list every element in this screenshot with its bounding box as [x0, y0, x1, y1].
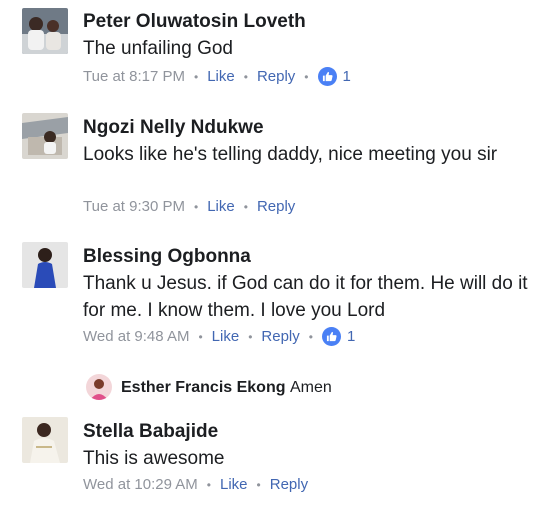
- reply-text: Amen: [289, 379, 332, 396]
- separator-dot: •: [243, 69, 248, 84]
- separator-dot: •: [194, 69, 199, 84]
- thumbs-up-icon[interactable]: [321, 327, 341, 346]
- commenter-name[interactable]: Blessing Ogbonna: [83, 246, 251, 268]
- like-link[interactable]: Like: [212, 328, 240, 345]
- separator-dot: •: [206, 477, 211, 492]
- comment-meta: Tue at 8:17 PM • Like • Reply • 1: [83, 67, 351, 86]
- avatar[interactable]: [22, 242, 68, 288]
- avatar[interactable]: [86, 374, 112, 400]
- like-count[interactable]: 1: [347, 328, 355, 345]
- avatar[interactable]: [22, 113, 68, 159]
- separator-dot: •: [256, 477, 261, 492]
- separator-dot: •: [243, 199, 248, 214]
- separator-dot: •: [308, 329, 313, 344]
- comment-timestamp[interactable]: Wed at 10:29 AM: [83, 476, 198, 493]
- thumbs-up-icon[interactable]: [317, 67, 337, 86]
- commenter-name[interactable]: Ngozi Nelly Ndukwe: [83, 117, 264, 139]
- comment-meta: Tue at 9:30 PM • Like • Reply: [83, 198, 295, 215]
- comment-text: The unfailing God: [83, 38, 233, 59]
- commenter-name[interactable]: Peter Oluwatosin Loveth: [83, 11, 306, 33]
- reply-link[interactable]: Reply: [261, 328, 299, 345]
- comment-timestamp[interactable]: Wed at 9:48 AM: [83, 328, 189, 345]
- comment-meta: Wed at 9:48 AM • Like • Reply • 1: [83, 327, 355, 346]
- reply-link[interactable]: Reply: [257, 198, 295, 215]
- comment-text: Looks like he's telling daddy, nice meet…: [83, 144, 498, 165]
- commenter-name[interactable]: Stella Babajide: [83, 421, 218, 443]
- reply-link[interactable]: Reply: [270, 476, 308, 493]
- comment-text: This is awesome: [83, 448, 225, 469]
- comment-timestamp[interactable]: Tue at 9:30 PM: [83, 198, 185, 215]
- separator-dot: •: [304, 69, 309, 84]
- like-count[interactable]: 1: [343, 68, 351, 85]
- comment-timestamp[interactable]: Tue at 8:17 PM: [83, 68, 185, 85]
- comment-meta: Wed at 10:29 AM • Like • Reply: [83, 476, 308, 493]
- avatar[interactable]: [22, 417, 68, 463]
- reply-link[interactable]: Reply: [257, 68, 295, 85]
- comment-text: Thank u Jesus. if God can do it for them…: [83, 273, 528, 321]
- replier-name[interactable]: Esther Francis Ekong: [121, 379, 286, 396]
- separator-dot: •: [194, 199, 199, 214]
- reply-content: Esther Francis Ekong Amen: [121, 379, 332, 397]
- avatar[interactable]: [22, 8, 68, 54]
- like-link[interactable]: Like: [220, 476, 248, 493]
- like-link[interactable]: Like: [207, 198, 235, 215]
- like-link[interactable]: Like: [207, 68, 235, 85]
- separator-dot: •: [198, 329, 203, 344]
- separator-dot: •: [248, 329, 253, 344]
